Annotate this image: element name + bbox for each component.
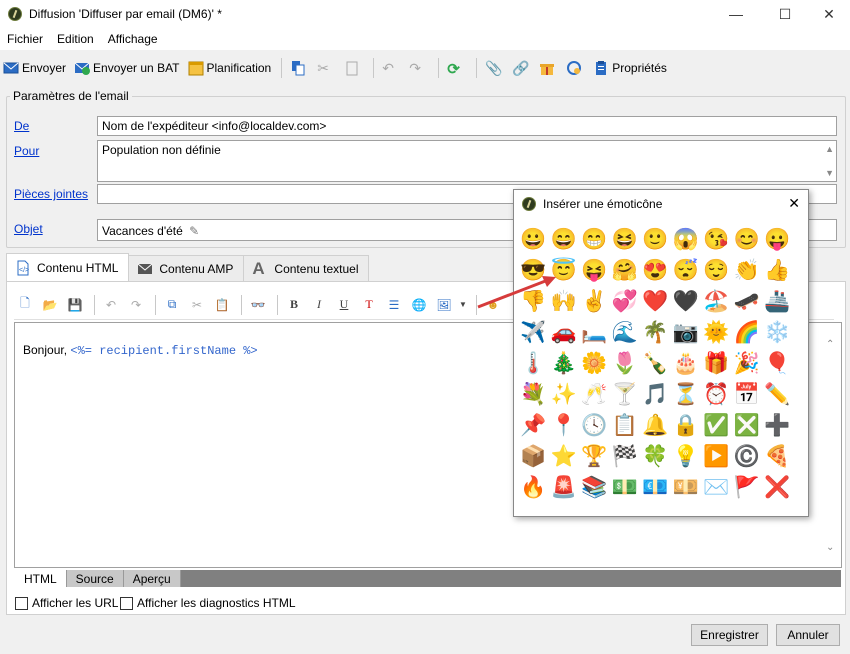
annotation-arrow [477,276,556,309]
